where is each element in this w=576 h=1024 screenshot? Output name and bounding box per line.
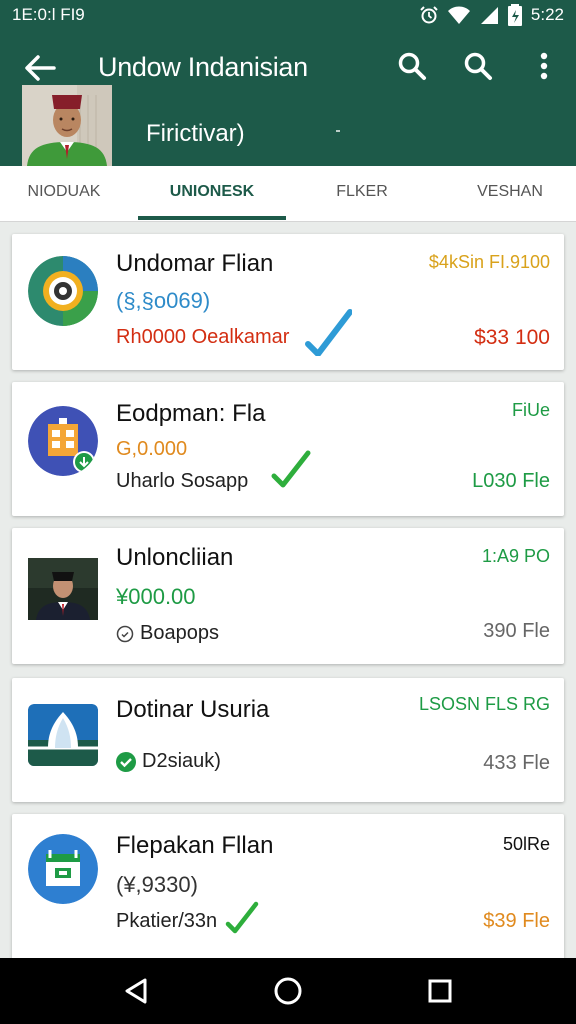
nav-back-button[interactable] <box>112 967 160 1015</box>
search-button[interactable] <box>394 48 430 84</box>
card-right-label: 50lRe <box>502 834 550 854</box>
status-left-text: 1E:0:l FI9 <box>12 5 85 24</box>
tab-bar: NIODUAK UNIONESK FLKER VESHAN <box>0 166 576 222</box>
card-amount: G,0.000 <box>116 438 188 460</box>
card-description-text: Boapops <box>140 622 219 644</box>
card-description: Pkatier/33n <box>116 910 218 932</box>
app-bar-actions <box>394 48 562 84</box>
tab-nioduak[interactable]: NIODUAK <box>0 166 128 222</box>
tab-flker[interactable]: FLKER <box>300 166 424 222</box>
more-options-button[interactable] <box>526 48 562 84</box>
list-item[interactable]: Eodpman: Fla G,0.000 Uharlo Sosapp FiUe … <box>12 382 564 516</box>
card-title: Flepakan Fllan <box>116 832 274 859</box>
card-amount: ¥000.00 <box>116 584 196 609</box>
nav-home-button[interactable] <box>264 967 312 1015</box>
status-bar: 1E:0:l FI9 5:22 <box>0 0 576 30</box>
home-circle-icon <box>274 977 302 1005</box>
active-tab-indicator <box>138 216 286 220</box>
status-icons: 5:22 <box>419 4 564 26</box>
card-amount: (¥,9330) <box>116 872 198 897</box>
list-item[interactable]: Flepakan Fllan (¥,9330) Pkatier/33n 50lR… <box>12 814 564 958</box>
card-title: Dotinar Usuria <box>116 696 270 723</box>
tab-veshan[interactable]: VESHAN <box>444 166 576 222</box>
card-right-value: 390 Fle <box>483 620 550 642</box>
card-right-label: 1:A9 PO <box>481 546 550 566</box>
wifi-icon <box>447 6 470 24</box>
list-item[interactable]: Dotinar Usuria D2siauk) LSOSN FLS RG 433… <box>12 678 564 802</box>
app-bar: Undow Indanisian Firictivar) <box>0 30 576 166</box>
back-triangle-icon <box>125 978 147 1004</box>
page-title: Undow Indanisian <box>98 52 308 82</box>
card-right-value: $39 Fle <box>483 910 550 932</box>
alarm-icon <box>420 6 438 24</box>
checkmark-icon <box>225 901 259 934</box>
card-right-value: 433 Fle <box>483 752 550 774</box>
back-button[interactable] <box>20 50 60 86</box>
list-item[interactable]: Unloncliian ¥000.00 Boapops 1:A9 PO 390 … <box>12 528 564 664</box>
card-description: Boapops <box>116 622 219 645</box>
decorative-dot <box>336 130 340 132</box>
calendar-app-icon <box>28 834 98 904</box>
card-title: Undomar Flian <box>116 250 274 277</box>
tab-unionesk[interactable]: UNIONESK <box>138 166 286 222</box>
card-right-value: $33 100 <box>474 326 550 349</box>
transaction-list: Undomar Flian (§,§o069) Rh0000 Oealkamar… <box>0 222 576 958</box>
signal-icon <box>480 7 498 24</box>
back-arrow-icon <box>25 55 56 81</box>
target-app-icon <box>28 256 98 326</box>
card-right-label: $4kSin FI.9100 <box>428 252 550 272</box>
card-right-label: FiUe <box>511 400 550 420</box>
card-title: Unloncliian <box>116 544 234 571</box>
checkmark-icon <box>305 309 352 356</box>
card-status: D2siauk) <box>116 750 221 773</box>
card-description: Rh0000 Oealkamar <box>116 326 290 348</box>
card-amount: (§,§o069) <box>116 288 211 313</box>
card-description: Uharlo Sosapp <box>116 470 249 492</box>
more-vert-icon <box>540 52 548 80</box>
building-app-icon <box>28 406 98 476</box>
card-right-value: L030 Fle <box>472 470 550 492</box>
recents-square-icon <box>428 979 452 1003</box>
person-photo <box>28 558 98 620</box>
nav-recents-button[interactable] <box>416 967 464 1015</box>
search-button-2[interactable] <box>460 48 496 84</box>
search-icon <box>464 52 492 80</box>
battery-icon <box>507 4 522 26</box>
page-subtitle: Firictivar) <box>146 120 245 147</box>
clock-icon <box>116 625 134 642</box>
checkmark-icon <box>271 450 311 488</box>
system-nav-bar <box>0 958 576 1024</box>
monument-app-icon <box>28 704 98 766</box>
card-title: Eodpman: Fla <box>116 400 266 427</box>
card-right-label: LSOSN FLS RG <box>418 694 550 714</box>
check-circle-icon <box>116 751 136 772</box>
search-icon <box>398 52 426 80</box>
list-item[interactable]: Undomar Flian (§,§o069) Rh0000 Oealkamar… <box>12 234 564 370</box>
status-time: 5:22 <box>530 5 564 24</box>
card-status-text: D2siauk) <box>142 750 221 772</box>
profile-photo <box>22 85 112 166</box>
